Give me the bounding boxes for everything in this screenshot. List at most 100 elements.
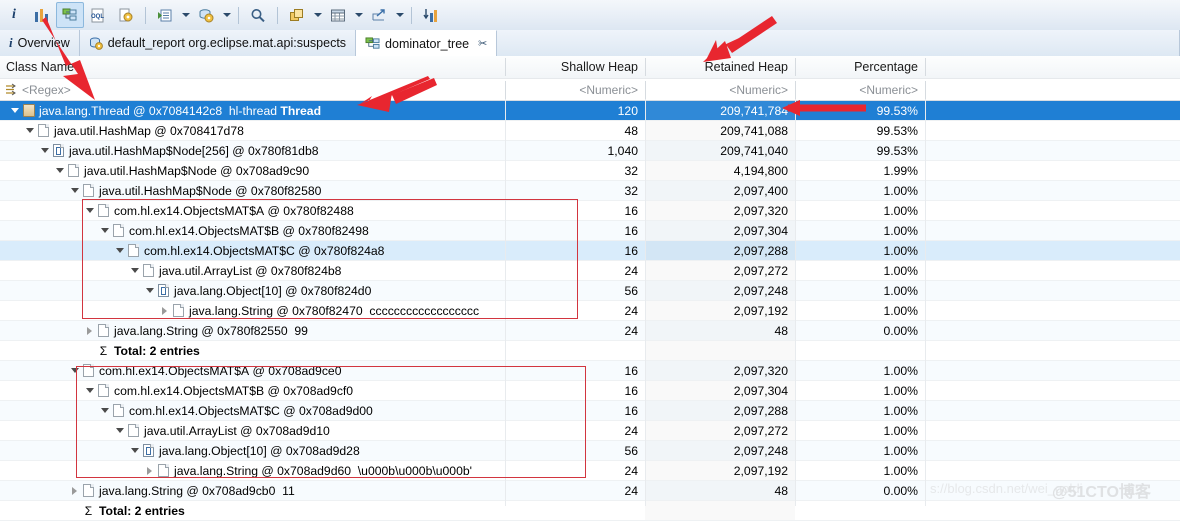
tab-default-report[interactable]: default_report org.eclipse.mat.api:suspe… bbox=[80, 30, 356, 56]
filter-input-class-name[interactable]: <Regex> bbox=[0, 79, 505, 100]
expert-system-button[interactable] bbox=[112, 0, 140, 30]
search-icon bbox=[250, 8, 266, 23]
table-row[interactable]: java.lang.Thread @ 0x7084142c8 hl-thread… bbox=[0, 101, 1180, 121]
table-row[interactable]: java.lang.String @ 0x780f82470 ccccccccc… bbox=[0, 301, 1180, 321]
retained-size-dropdown[interactable] bbox=[220, 3, 233, 27]
histogram-button[interactable] bbox=[28, 0, 56, 30]
query-browser-button[interactable] bbox=[151, 0, 179, 30]
separator-3 bbox=[238, 7, 239, 24]
cell-shallow-heap: 24 bbox=[505, 321, 645, 340]
table-row[interactable]: java.lang.Object[10] @ 0x780f824d0562,09… bbox=[0, 281, 1180, 301]
query-browser-dropdown[interactable] bbox=[179, 3, 192, 27]
cell-class-name[interactable]: java.util.HashMap$Node @ 0x708ad9c90 bbox=[0, 161, 558, 180]
table-row[interactable]: java.util.HashMap$Node @ 0x708ad9c90324,… bbox=[0, 161, 1180, 181]
cell-shallow-heap: 56 bbox=[505, 281, 645, 300]
collapse-chevron-down-icon[interactable] bbox=[53, 168, 66, 173]
cell-retained-heap: 2,097,288 bbox=[645, 401, 795, 420]
table-row[interactable]: java.lang.Object[10] @ 0x708ad9d28562,09… bbox=[0, 441, 1180, 461]
expand-chevron-right-icon[interactable] bbox=[83, 327, 96, 335]
cell-shallow-heap: 24 bbox=[505, 461, 645, 480]
collapse-chevron-down-icon[interactable] bbox=[23, 128, 36, 133]
export-button[interactable] bbox=[365, 0, 393, 30]
cell-percentage: 1.99% bbox=[795, 161, 925, 180]
table-row[interactable]: java.util.ArrayList @ 0x708ad9d10242,097… bbox=[0, 421, 1180, 441]
table-row[interactable]: java.lang.String @ 0x780f82550 9924480.0… bbox=[0, 321, 1180, 341]
compare-heap-dump-button[interactable] bbox=[417, 0, 445, 30]
tab-label: default_report org.eclipse.mat.api:suspe… bbox=[108, 36, 346, 50]
column-header-retained-heap[interactable]: Retained Heap bbox=[645, 56, 795, 78]
table-row[interactable]: java.util.HashMap$Node @ 0x780f82580322,… bbox=[0, 181, 1180, 201]
filter-input-retained-heap[interactable]: <Numeric> bbox=[645, 79, 795, 100]
info-icon-button[interactable]: i bbox=[0, 0, 28, 30]
table-row[interactable]: com.hl.ex14.ObjectsMAT$C @ 0x708ad9d0016… bbox=[0, 401, 1180, 421]
find-object-button[interactable] bbox=[244, 0, 272, 30]
collapse-chevron-down-icon[interactable] bbox=[98, 228, 111, 233]
group-by-dropdown[interactable] bbox=[311, 3, 324, 27]
cell-class-name[interactable]: java.util.HashMap$Node[256] @ 0x780f81db… bbox=[0, 141, 543, 160]
table-row[interactable]: com.hl.ex14.ObjectsMAT$B @ 0x780f8249816… bbox=[0, 221, 1180, 241]
collapse-chevron-down-icon[interactable] bbox=[98, 408, 111, 413]
collapse-chevron-down-icon[interactable] bbox=[68, 368, 81, 373]
filter-input-percentage[interactable]: <Numeric> bbox=[795, 79, 925, 100]
collapse-chevron-down-icon[interactable] bbox=[68, 188, 81, 193]
table-row[interactable]: java.util.HashMap$Node[256] @ 0x780f81db… bbox=[0, 141, 1180, 161]
table-row[interactable]: java.util.ArrayList @ 0x780f824b8242,097… bbox=[0, 261, 1180, 281]
retained-size-button[interactable] bbox=[192, 0, 220, 30]
table-row[interactable]: ΣTotal: 2 entries bbox=[0, 501, 1180, 521]
cell-class-name[interactable]: com.hl.ex14.ObjectsMAT$B @ 0x708ad9cf0 bbox=[0, 381, 588, 400]
oql-button[interactable]: OQL bbox=[84, 0, 112, 30]
cell-class-name[interactable]: java.lang.String @ 0x708ad9cb0 11 bbox=[0, 481, 573, 500]
table-row[interactable]: com.hl.ex14.ObjectsMAT$A @ 0x780f8248816… bbox=[0, 201, 1180, 221]
collapse-chevron-down-icon[interactable] bbox=[143, 288, 156, 293]
cell-retained-heap: 48 bbox=[645, 481, 795, 500]
close-icon[interactable]: ✂ bbox=[478, 37, 487, 50]
dominator-tree-button[interactable] bbox=[56, 0, 84, 30]
object-instance-icon bbox=[98, 324, 109, 337]
collapse-chevron-down-icon[interactable] bbox=[83, 388, 96, 393]
cell-retained-heap bbox=[645, 501, 795, 520]
collapse-chevron-down-icon[interactable] bbox=[128, 268, 141, 273]
export-dropdown[interactable] bbox=[393, 3, 406, 27]
group-by-button[interactable] bbox=[283, 0, 311, 30]
row-label: java.util.HashMap$Node @ 0x780f82580 bbox=[99, 184, 321, 198]
table-row[interactable]: java.lang.String @ 0x708ad9d60 \u000b\u0… bbox=[0, 461, 1180, 481]
column-header-percentage[interactable]: Percentage bbox=[795, 56, 925, 78]
table-row[interactable]: com.hl.ex14.ObjectsMAT$C @ 0x780f824a816… bbox=[0, 241, 1180, 261]
cell-class-name[interactable]: ΣTotal: 2 entries bbox=[0, 341, 588, 360]
cell-class-name[interactable]: com.hl.ex14.ObjectsMAT$A @ 0x780f82488 bbox=[0, 201, 588, 220]
cell-shallow-heap: 1,040 bbox=[505, 141, 645, 160]
table-row[interactable]: com.hl.ex14.ObjectsMAT$B @ 0x708ad9cf016… bbox=[0, 381, 1180, 401]
table-row[interactable]: ΣTotal: 2 entries bbox=[0, 341, 1180, 361]
collapse-chevron-down-icon[interactable] bbox=[8, 108, 21, 113]
table-row[interactable]: java.util.HashMap @ 0x708417d7848209,741… bbox=[0, 121, 1180, 141]
collapse-chevron-down-icon[interactable] bbox=[83, 208, 96, 213]
table-row[interactable]: com.hl.ex14.ObjectsMAT$A @ 0x708ad9ce016… bbox=[0, 361, 1180, 381]
collapse-chevron-down-icon[interactable] bbox=[113, 428, 126, 433]
collapse-chevron-down-icon[interactable] bbox=[113, 248, 126, 253]
tab-dominator-tree[interactable]: dominator_tree ✂ bbox=[356, 30, 497, 56]
filter-input-shallow-heap[interactable]: <Numeric> bbox=[505, 79, 645, 100]
cell-class-name[interactable]: java.lang.Thread @ 0x7084142c8 hl-thread… bbox=[0, 101, 513, 120]
column-header-shallow-heap[interactable]: Shallow Heap bbox=[505, 56, 645, 78]
copy-export-dropdown[interactable] bbox=[352, 3, 365, 27]
cell-class-name[interactable]: java.lang.String @ 0x780f82550 99 bbox=[0, 321, 588, 340]
cell-shallow-heap: 32 bbox=[505, 161, 645, 180]
collapse-chevron-down-icon[interactable] bbox=[38, 148, 51, 153]
copy-export-button[interactable] bbox=[324, 0, 352, 30]
cell-class-name[interactable]: java.util.HashMap @ 0x708417d78 bbox=[0, 121, 528, 140]
cell-class-name[interactable]: com.hl.ex14.ObjectsMAT$A @ 0x708ad9ce0 bbox=[0, 361, 573, 380]
table-row[interactable]: java.lang.String @ 0x708ad9cb0 1124480.0… bbox=[0, 481, 1180, 501]
column-header-class-name[interactable]: Class Name bbox=[0, 56, 505, 78]
cell-class-name[interactable]: ΣTotal: 2 entries bbox=[0, 501, 573, 520]
cell-class-name[interactable]: java.util.HashMap$Node @ 0x780f82580 bbox=[0, 181, 573, 200]
expand-chevron-right-icon[interactable] bbox=[158, 307, 171, 315]
expand-chevron-right-icon[interactable] bbox=[143, 467, 156, 475]
cell-percentage: 1.00% bbox=[795, 441, 925, 460]
cell-shallow-heap: 16 bbox=[505, 241, 645, 260]
row-label: java.lang.Object[10] @ 0x708ad9d28 bbox=[159, 444, 360, 458]
collapse-chevron-down-icon[interactable] bbox=[128, 448, 141, 453]
cell-retained-heap: 2,097,304 bbox=[645, 381, 795, 400]
object-instance-icon bbox=[113, 224, 124, 237]
expand-chevron-right-icon[interactable] bbox=[68, 487, 81, 495]
tab-overview[interactable]: i Overview bbox=[0, 30, 80, 56]
